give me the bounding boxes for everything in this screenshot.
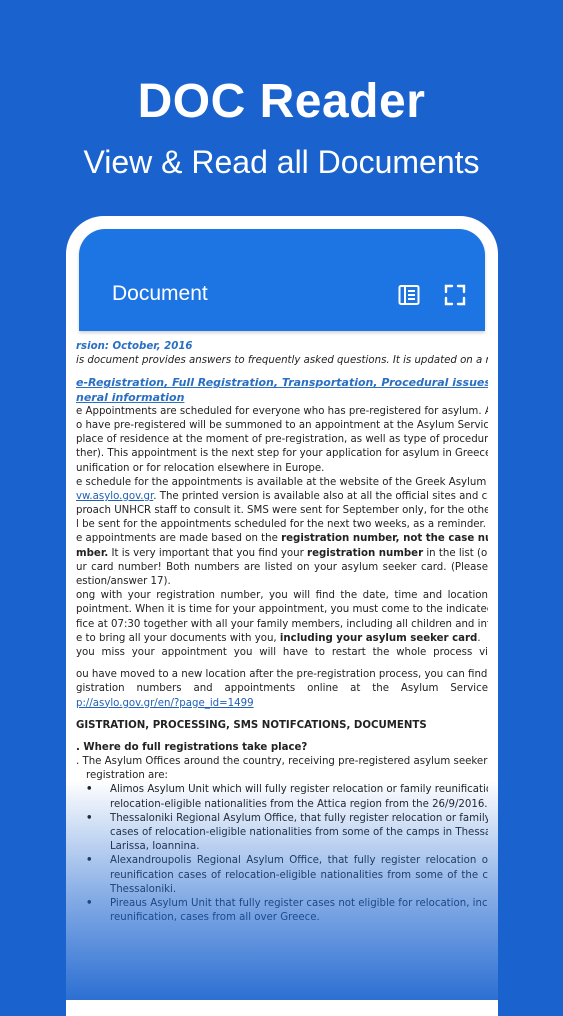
doc-paragraph-line: ong with your registration number, you w… <box>76 590 488 602</box>
doc-paragraph-line: ther). This appointment is the next step… <box>76 448 488 460</box>
doc-version: rsion: October, 2016 <box>76 341 193 352</box>
doc-paragraph-line: e schedule for the appointments is avail… <box>76 476 488 488</box>
doc-paragraph-line: e Appointments are scheduled for everyon… <box>76 405 488 417</box>
doc-text: in the list (or SMS) <box>426 547 488 559</box>
doc-heading-1: e-Registration, Full Registration, Trans… <box>76 376 488 390</box>
doc-text: . The printed version is available also … <box>153 490 488 502</box>
doc-text: It is very important that you find your <box>108 547 308 559</box>
doc-paragraph-line: fice at 07:30 together with all your fam… <box>76 618 488 630</box>
doc-bullet-continuation: cases of relocation-eligible nationaliti… <box>110 827 488 838</box>
doc-bullet-continuation: reunification, cases from all over Greec… <box>110 912 320 924</box>
doc-paragraph-line: ou have moved to a new location after th… <box>76 669 488 681</box>
doc-bullet-item: Pireaus Asylum Unit that fully register … <box>76 897 488 911</box>
doc-bold-text: registration number <box>307 547 424 559</box>
document-view[interactable]: rsion: October, 2016 is document provide… <box>76 340 488 1016</box>
doc-bullet-item: Alimos Asylum Unit which will fully regi… <box>76 783 488 797</box>
doc-intro: is document provides answers to frequent… <box>76 355 488 367</box>
doc-paragraph-line: e to bring all your documents with you, … <box>76 632 488 646</box>
app-bar: Document <box>79 229 485 331</box>
doc-text: . <box>477 632 481 644</box>
doc-text: e to bring all your documents with you, <box>76 632 280 644</box>
doc-paragraph-line: l be sent for the appointments scheduled… <box>76 519 487 531</box>
doc-paragraph-line: place of residence at the moment of pre-… <box>76 434 488 446</box>
hero-subtitle: View & Read all Documents <box>83 144 480 180</box>
doc-paragraph-line: pointment. When it is time for your appo… <box>76 604 488 616</box>
doc-paragraph-line: e appointments are made based on the reg… <box>76 532 488 546</box>
doc-paragraph-line: . The Asylum Offices around the country,… <box>76 756 488 768</box>
doc-bold-text: including your asylum seeker card <box>279 632 478 644</box>
doc-question: . Where do full registrations take place… <box>76 741 308 753</box>
doc-heading-2: neral information <box>76 390 185 404</box>
doc-section-heading: GISTRATION, PROCESSING, SMS NOTIFCATIONS… <box>76 719 427 731</box>
asylo-page-link[interactable]: p://asylo.gov.gr/en/?page_id=1499 <box>76 698 254 709</box>
doc-bullet-continuation: relocation-eligible nationalities from t… <box>110 798 488 810</box>
list-view-icon[interactable] <box>395 281 423 309</box>
doc-paragraph-line: you miss your appointment you will have … <box>76 646 488 658</box>
doc-paragraph-line: mber. It is very important that you find… <box>76 547 488 561</box>
fullscreen-icon[interactable] <box>441 281 469 309</box>
phone-frame: Document rsion: October, 2016 is documen… <box>66 216 498 1016</box>
doc-paragraph-line: estion/answer 17). <box>76 576 171 587</box>
doc-paragraph-line: gistration numbers and appointments onli… <box>76 683 488 695</box>
doc-paragraph-line: vw.asylo.gov.gr. The printed version is … <box>76 490 488 504</box>
doc-bullet-continuation: reunification cases of relocation-eligib… <box>110 869 488 881</box>
doc-bold-text: registration number, not the case number <box>281 533 488 545</box>
app-bar-title: Document <box>112 282 208 305</box>
doc-paragraph-line: ur card number! Both numbers are listed … <box>76 561 488 573</box>
doc-bullet-continuation: Thessaloniki. <box>110 883 177 895</box>
hero-title: DOC Reader <box>137 75 426 128</box>
asylo-link[interactable]: vw.asylo.gov.gr <box>76 491 153 502</box>
doc-paragraph-line: registration are: <box>86 770 168 782</box>
doc-paragraph-line: o have pre-registered will be summoned t… <box>76 419 488 431</box>
doc-bullet-item: Thessaloniki Regional Asylum Office, tha… <box>76 812 488 826</box>
doc-paragraph-line: unification or for relocation elsewhere … <box>76 462 325 474</box>
doc-bullet-item: Alexandroupolis Regional Asylum Office, … <box>76 854 488 868</box>
doc-text: e appointments are made based on the <box>76 533 282 545</box>
doc-bold-text: mber. <box>76 547 109 559</box>
doc-paragraph-line: proach UNHCR staff to consult it. SMS we… <box>76 505 488 517</box>
doc-paragraph-line: p://asylo.gov.gr/en/?page_id=1499 <box>76 697 488 711</box>
doc-bullet-continuation: Larissa, Ioannina. <box>110 841 200 853</box>
